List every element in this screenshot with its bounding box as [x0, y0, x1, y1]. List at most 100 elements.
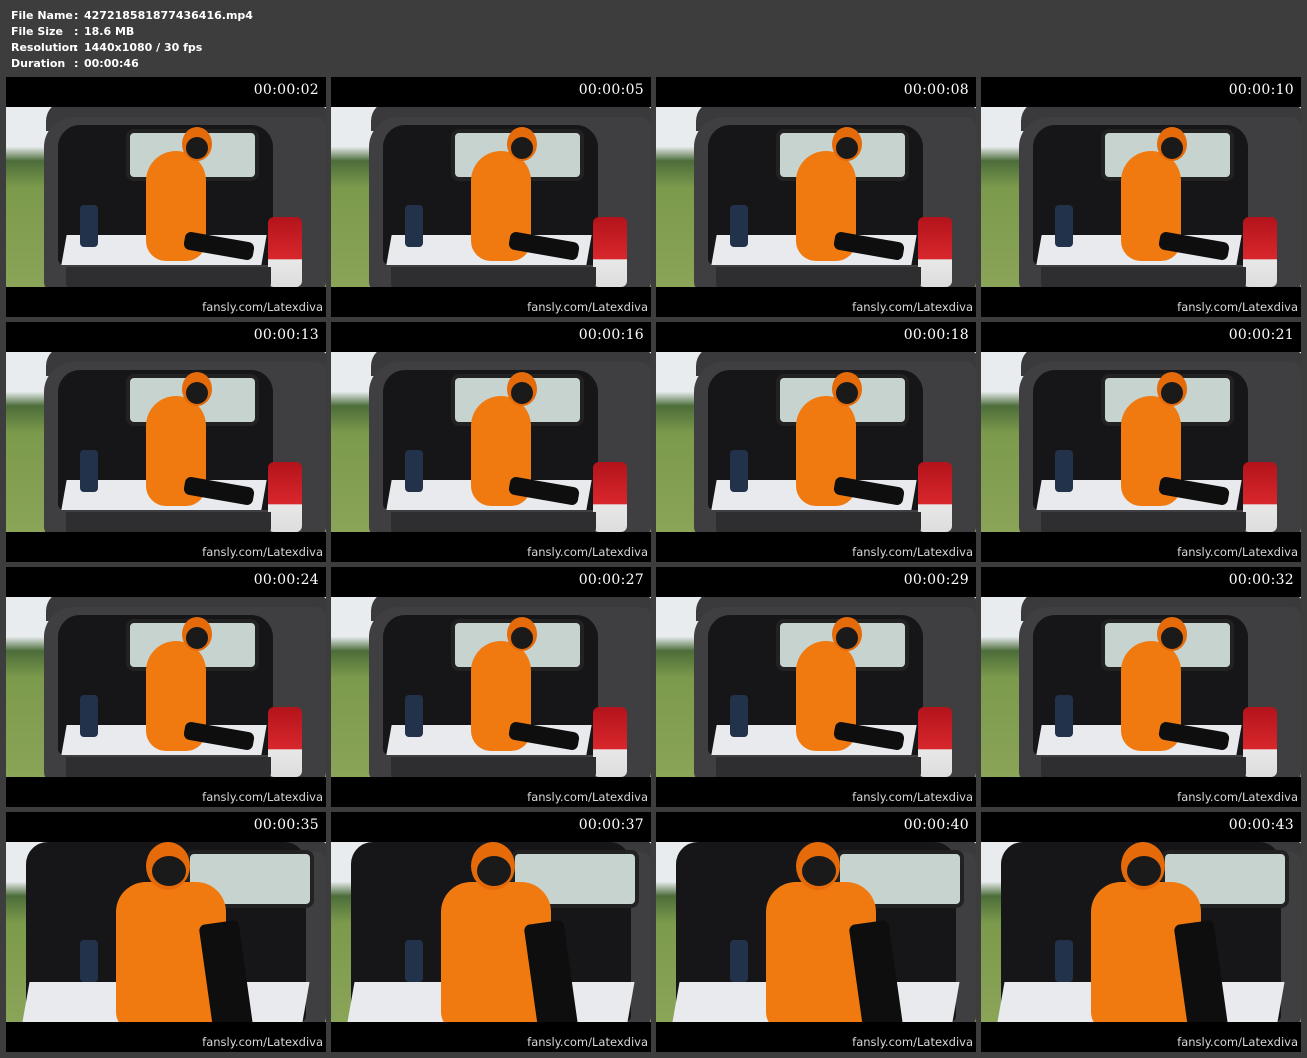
file-size-label: File Size — [11, 25, 63, 38]
bumper — [716, 757, 921, 777]
video-thumbnail[interactable]: 00:00:24 fansly.com/Latexdiva — [6, 567, 326, 807]
thumbnail-watermark: fansly.com/Latexdiva — [202, 1035, 323, 1049]
bumper — [391, 512, 596, 532]
thumbnail-watermark: fansly.com/Latexdiva — [527, 1035, 648, 1049]
taillight — [1243, 217, 1277, 287]
bumper — [1041, 267, 1246, 287]
gas-mask — [1127, 856, 1161, 886]
video-thumbnail[interactable]: 00:00:29 fansly.com/Latexdiva — [656, 567, 976, 807]
bumper — [1041, 757, 1246, 777]
video-thumbnail[interactable]: 00:00:02 fansly.com/Latexdiva — [6, 77, 326, 317]
bottle — [730, 695, 748, 737]
bottle — [80, 205, 98, 247]
gas-mask — [1161, 627, 1183, 649]
thumbnail-watermark: fansly.com/Latexdiva — [527, 545, 648, 559]
video-thumbnail[interactable]: 00:00:10 fansly.com/Latexdiva — [981, 77, 1301, 317]
frame-image — [6, 597, 326, 777]
frame-image — [981, 597, 1301, 777]
gas-mask — [511, 137, 533, 159]
bumper — [66, 512, 271, 532]
bottle — [1055, 695, 1073, 737]
file-name-label: File Name — [11, 9, 73, 22]
frame-image — [6, 842, 326, 1022]
separator: : — [74, 25, 79, 38]
thumbnail-timestamp: 00:00:29 — [903, 572, 969, 588]
file-size-value: 18.6 MB — [84, 25, 135, 38]
gas-mask — [186, 137, 208, 159]
thumbnail-watermark: fansly.com/Latexdiva — [1177, 300, 1298, 314]
thumbnail-timestamp: 00:00:40 — [903, 817, 969, 833]
resolution-value: 1440x1080 / 30 fps — [84, 41, 203, 54]
frame-image — [656, 352, 976, 532]
bottle — [730, 940, 748, 982]
video-thumbnail[interactable]: 00:00:08 fansly.com/Latexdiva — [656, 77, 976, 317]
taillight — [918, 707, 952, 777]
separator: : — [74, 57, 79, 70]
resolution-row: Resolution : 1440x1080 / 30 fps — [11, 40, 253, 56]
video-thumbnail[interactable]: 00:00:40 fansly.com/Latexdiva — [656, 812, 976, 1052]
video-thumbnail[interactable]: 00:00:35 fansly.com/Latexdiva — [6, 812, 326, 1052]
taillight — [593, 217, 627, 287]
thumbnail-timestamp: 00:00:18 — [903, 327, 969, 343]
thumbnail-timestamp: 00:00:08 — [903, 82, 969, 98]
bumper — [391, 267, 596, 287]
taillight — [268, 462, 302, 532]
bottle — [405, 450, 423, 492]
duration-label: Duration — [11, 57, 66, 70]
frame-image — [331, 842, 651, 1022]
frame-image — [6, 107, 326, 287]
video-thumbnail[interactable]: 00:00:18 fansly.com/Latexdiva — [656, 322, 976, 562]
thumbnail-watermark: fansly.com/Latexdiva — [1177, 790, 1298, 804]
separator: : — [74, 9, 79, 22]
taillight — [918, 217, 952, 287]
thumbnail-watermark: fansly.com/Latexdiva — [527, 790, 648, 804]
video-thumbnail[interactable]: 00:00:27 fansly.com/Latexdiva — [331, 567, 651, 807]
bumper — [716, 267, 921, 287]
video-thumbnail[interactable]: 00:00:05 fansly.com/Latexdiva — [331, 77, 651, 317]
frame-image — [656, 597, 976, 777]
frame-image — [6, 352, 326, 532]
taillight — [593, 462, 627, 532]
gas-mask — [152, 856, 186, 886]
thumbnail-timestamp: 00:00:21 — [1228, 327, 1294, 343]
gas-mask — [1161, 382, 1183, 404]
bottle — [405, 695, 423, 737]
thumbnail-watermark: fansly.com/Latexdiva — [202, 545, 323, 559]
bumper — [66, 267, 271, 287]
frame-image — [981, 842, 1301, 1022]
video-thumbnail[interactable]: 00:00:37 fansly.com/Latexdiva — [331, 812, 651, 1052]
thumbnail-watermark: fansly.com/Latexdiva — [202, 790, 323, 804]
frame-image — [656, 842, 976, 1022]
gas-mask — [836, 627, 858, 649]
thumbnail-watermark: fansly.com/Latexdiva — [852, 545, 973, 559]
file-name-value: 427218581877436416.mp4 — [84, 9, 253, 22]
frame-image — [331, 107, 651, 287]
bumper — [391, 757, 596, 777]
duration-value: 00:00:46 — [84, 57, 139, 70]
thumbnail-timestamp: 00:00:35 — [253, 817, 319, 833]
bottle — [730, 450, 748, 492]
thumbnail-watermark: fansly.com/Latexdiva — [852, 1035, 973, 1049]
thumbnail-timestamp: 00:00:16 — [578, 327, 644, 343]
taillight — [268, 217, 302, 287]
thumbnail-timestamp: 00:00:13 — [253, 327, 319, 343]
video-thumbnail[interactable]: 00:00:16 fansly.com/Latexdiva — [331, 322, 651, 562]
thumbnail-timestamp: 00:00:10 — [1228, 82, 1294, 98]
gas-mask — [186, 382, 208, 404]
frame-image — [981, 352, 1301, 532]
video-thumbnail[interactable]: 00:00:13 fansly.com/Latexdiva — [6, 322, 326, 562]
bumper — [1041, 512, 1246, 532]
frame-image — [981, 107, 1301, 287]
bottle — [405, 940, 423, 982]
thumbnail-timestamp: 00:00:27 — [578, 572, 644, 588]
thumbnail-watermark: fansly.com/Latexdiva — [527, 300, 648, 314]
thumbnail-watermark: fansly.com/Latexdiva — [1177, 1035, 1298, 1049]
video-thumbnail[interactable]: 00:00:43 fansly.com/Latexdiva — [981, 812, 1301, 1052]
thumbnail-timestamp: 00:00:32 — [1228, 572, 1294, 588]
gas-mask — [477, 856, 511, 886]
frame-image — [331, 597, 651, 777]
video-thumbnail[interactable]: 00:00:32 fansly.com/Latexdiva — [981, 567, 1301, 807]
bumper — [66, 757, 271, 777]
video-thumbnail[interactable]: 00:00:21 fansly.com/Latexdiva — [981, 322, 1301, 562]
gas-mask — [511, 627, 533, 649]
